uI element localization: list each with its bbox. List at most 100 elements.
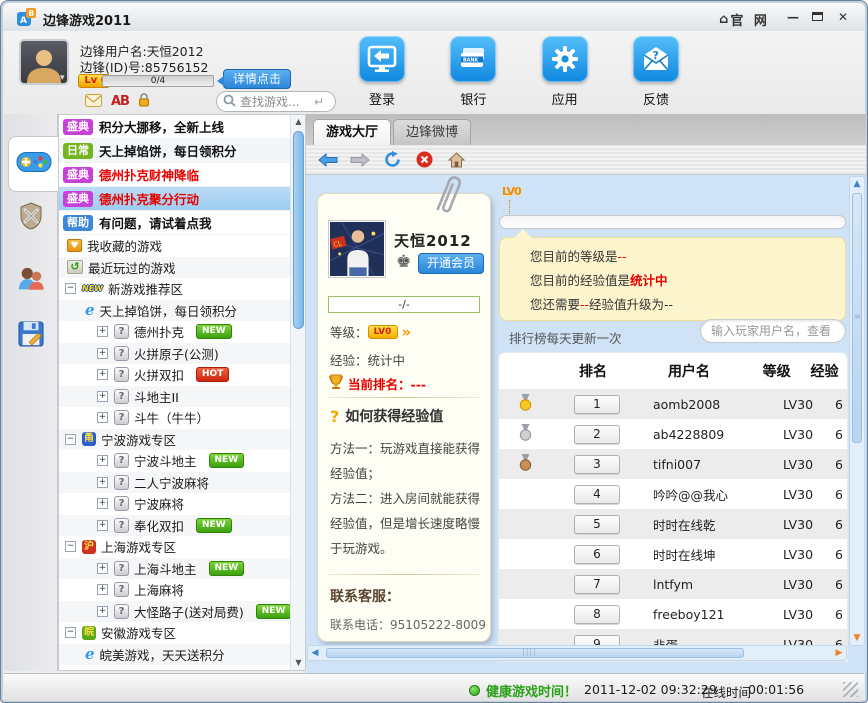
rank-button[interactable]: 5 xyxy=(574,515,620,534)
expand-toggle-icon[interactable]: + xyxy=(97,369,108,380)
rail-item-records[interactable] xyxy=(4,308,58,364)
content-vertical-scrollbar[interactable]: ▲ ▼ ≡ xyxy=(849,176,865,646)
rank-search-box[interactable] xyxy=(700,319,846,343)
expand-toggle-icon[interactable]: + xyxy=(97,563,108,574)
tree-item[interactable]: −NEW新游戏推荐区 xyxy=(59,278,290,300)
tree-item[interactable]: −甬宁波游戏专区 xyxy=(59,429,290,451)
maximize-button[interactable] xyxy=(807,10,827,25)
search-input[interactable] xyxy=(240,95,310,109)
table-row[interactable]: 6时时在线坤LV306 xyxy=(499,539,847,569)
tree-item[interactable]: +?大怪路子(送对局费)NEW xyxy=(59,601,290,623)
profile-avatar[interactable]: CL xyxy=(328,220,386,278)
action-bank[interactable]: BANK银行 xyxy=(443,36,503,108)
expand-toggle-icon[interactable]: + xyxy=(97,498,108,509)
tree-item[interactable]: e天上掉馅饼，每日领积分 xyxy=(59,300,290,322)
rank-button[interactable]: 7 xyxy=(574,575,620,594)
expand-toggle-icon[interactable]: + xyxy=(97,391,108,402)
expand-toggle-icon[interactable]: + xyxy=(97,455,108,466)
announcement-item[interactable]: 盛典德州扑克聚分行动 xyxy=(59,187,290,211)
home-button[interactable] xyxy=(446,150,466,170)
rank-button[interactable]: 8 xyxy=(574,605,620,624)
scrollbar-thumb[interactable] xyxy=(293,131,304,329)
scrollbar-thumb[interactable]: ≡ xyxy=(852,193,862,443)
tree-item[interactable]: ♥我收藏的游戏 xyxy=(59,235,290,257)
member-button[interactable]: 开通会员 xyxy=(418,253,484,274)
table-row[interactable]: 1aomb2008LV306 xyxy=(499,389,847,419)
scroll-right-icon[interactable]: ▶ xyxy=(832,646,846,660)
stop-button[interactable] xyxy=(414,150,434,170)
scroll-up-icon[interactable]: ▲ xyxy=(291,115,306,129)
tree-item[interactable]: +?斗牛（牛牛） xyxy=(59,407,290,429)
collapse-toggle-icon[interactable]: − xyxy=(65,283,76,294)
tree-item[interactable]: +?火拼原子(公测) xyxy=(59,343,290,365)
avatar-dropdown-icon[interactable]: ▾ xyxy=(60,73,65,83)
action-login[interactable]: 登录 xyxy=(352,36,412,108)
rail-item-games[interactable] xyxy=(8,136,58,192)
tree-item[interactable]: +?上海斗地主NEW xyxy=(59,558,290,580)
table-row[interactable]: 2ab4228809LV306 xyxy=(499,419,847,449)
mail-icon[interactable] xyxy=(85,92,102,111)
tree-item[interactable]: −皖安徽游戏专区 xyxy=(59,622,290,644)
enter-icon[interactable]: ↵ xyxy=(314,95,324,109)
tab-边锋微博[interactable]: 边锋微博 xyxy=(393,119,471,145)
collapse-toggle-icon[interactable]: − xyxy=(65,627,76,638)
tab-游戏大厅[interactable]: 游戏大厅 xyxy=(313,119,391,145)
action-feedback[interactable]: ?反馈 xyxy=(626,36,686,108)
table-row[interactable]: 5时时在线乾LV306 xyxy=(499,509,847,539)
scroll-down-icon[interactable]: ▼ xyxy=(291,656,306,670)
scrollbar-thumb[interactable]: |||| xyxy=(326,648,744,658)
table-row[interactable]: 7lntfymLV306 xyxy=(499,569,847,599)
rail-item-friends[interactable] xyxy=(4,252,58,308)
announcement-item[interactable]: 盛典积分大挪移，全新上线 xyxy=(59,115,290,139)
tree-item[interactable]: +?火拼双扣HOT xyxy=(59,364,290,386)
collapse-toggle-icon[interactable]: − xyxy=(65,541,76,552)
scroll-up-icon[interactable]: ▲ xyxy=(850,177,864,191)
table-row[interactable]: 8freeboy121LV306 xyxy=(499,599,847,629)
details-button[interactable]: 详情点击 xyxy=(223,69,291,89)
tree-item[interactable]: +?二人宁波麻将 xyxy=(59,472,290,494)
tree-item[interactable]: +?德州扑克NEW xyxy=(59,321,290,343)
resize-grip[interactable] xyxy=(843,682,858,697)
expand-toggle-icon[interactable]: + xyxy=(97,584,108,595)
game-search-box[interactable]: ↵ xyxy=(216,91,336,112)
tree-item[interactable]: +?斗地主II xyxy=(59,386,290,408)
rank-button[interactable]: 1 xyxy=(574,395,620,414)
scroll-left-icon[interactable]: ◀ xyxy=(308,646,322,660)
expand-toggle-icon[interactable]: + xyxy=(97,520,108,531)
rank-search-input[interactable] xyxy=(711,320,846,342)
announcement-item[interactable]: 日常天上掉馅饼，每日领积分 xyxy=(59,139,290,163)
tree-item[interactable]: +?奉化双扣NEW xyxy=(59,515,290,537)
announcement-item[interactable]: 帮助有问题，请试着点我 xyxy=(59,211,290,235)
tree-item[interactable]: +?宁波斗地主NEW xyxy=(59,450,290,472)
table-row[interactable]: 4吟吟@@我心LV306 xyxy=(499,479,847,509)
lock-icon[interactable] xyxy=(138,92,150,111)
rank-button[interactable]: 4 xyxy=(574,485,620,504)
rank-button[interactable]: 3 xyxy=(574,455,620,474)
refresh-button[interactable] xyxy=(382,150,402,170)
expand-toggle-icon[interactable]: + xyxy=(97,412,108,423)
content-horizontal-scrollbar[interactable]: ◀ ▶ |||| xyxy=(307,645,847,661)
collapse-toggle-icon[interactable]: − xyxy=(65,434,76,445)
tree-item[interactable]: +?上海麻将 xyxy=(59,579,290,601)
tree-item[interactable]: ↺最近玩过的游戏 xyxy=(59,257,290,279)
close-button[interactable]: ✕ xyxy=(833,10,853,25)
title-bar[interactable]: AB 边锋游戏2011 ⌂官 网 — ✕ xyxy=(3,3,865,31)
level-more-icon[interactable]: » xyxy=(402,323,412,341)
back-button[interactable] xyxy=(318,150,338,170)
official-site-link[interactable]: ⌂官 网 xyxy=(719,10,770,29)
action-apps[interactable]: 应用 xyxy=(535,36,595,108)
expand-toggle-icon[interactable]: + xyxy=(97,477,108,488)
left-panel-scrollbar[interactable]: ▲ ▼ xyxy=(290,115,305,670)
tree-item[interactable]: +?宁波麻将 xyxy=(59,493,290,515)
announcement-item[interactable]: 盛典德州扑克财神降临 xyxy=(59,163,290,187)
tree-item[interactable]: e皖美游戏，天天送积分 xyxy=(59,644,290,666)
rail-item-arena[interactable] xyxy=(4,190,58,246)
rank-button[interactable]: 2 xyxy=(574,425,620,444)
forward-button[interactable] xyxy=(350,150,370,170)
expand-toggle-icon[interactable]: + xyxy=(97,348,108,359)
scroll-down-icon[interactable]: ▼ xyxy=(850,631,864,645)
expand-toggle-icon[interactable]: + xyxy=(97,606,108,617)
font-setting-icon[interactable]: AB xyxy=(111,94,129,109)
minimize-button[interactable]: — xyxy=(783,10,803,25)
rank-button[interactable]: 6 xyxy=(574,545,620,564)
